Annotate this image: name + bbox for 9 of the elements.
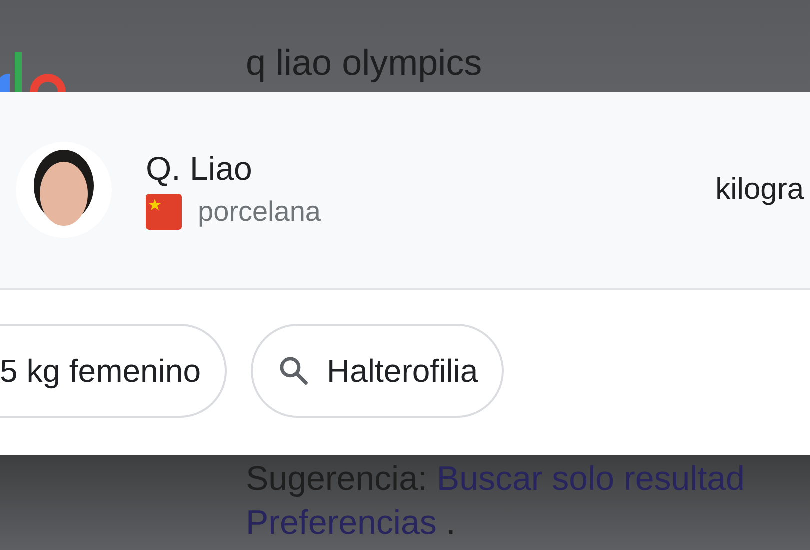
country-label: porcelana <box>198 196 321 228</box>
category-text: kilogra <box>716 173 804 207</box>
suggestion-chip[interactable]: 5 kg femenino <box>0 324 228 418</box>
period-text: . <box>446 504 456 542</box>
suggestion-chip[interactable]: Halterofilia <box>251 324 504 418</box>
flag-icon <box>146 194 182 230</box>
logo-icon <box>0 52 66 92</box>
athlete-name: Q. Liao <box>146 150 254 188</box>
search-query: q liao olympics <box>246 42 482 84</box>
